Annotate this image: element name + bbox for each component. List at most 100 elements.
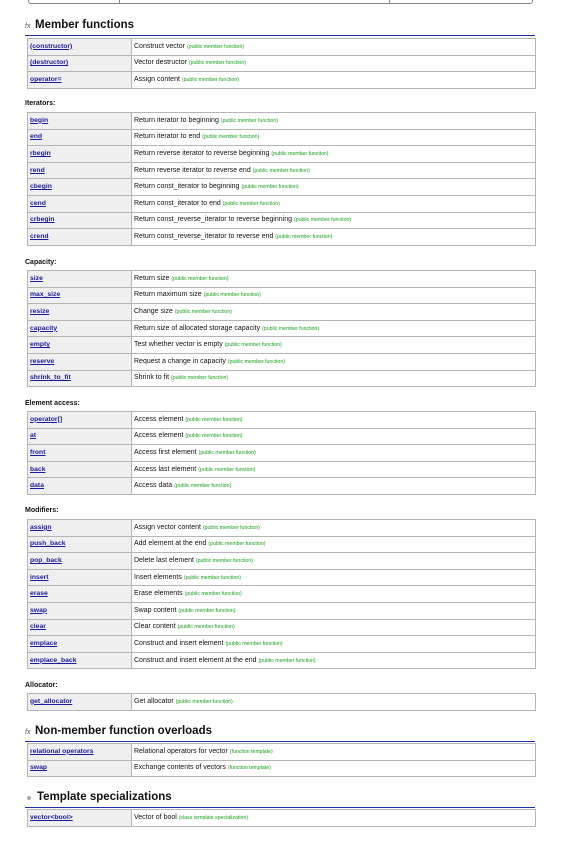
function-description: Construct and insert element at the end [134, 656, 257, 664]
function-description: Exchange contents of vectors [134, 764, 226, 772]
function-link-front[interactable]: front [30, 449, 45, 456]
function-link-operator[interactable]: operator= [30, 76, 62, 83]
function-link-capacity[interactable]: capacity [30, 325, 57, 332]
function-kind-tag: (public member function) [171, 375, 229, 382]
function-link-max-size[interactable]: max_size [30, 291, 60, 298]
function-link-assign[interactable]: assign [30, 524, 52, 531]
function-name-cell: operator[] [27, 411, 132, 429]
group-label-allocator: Allocator: [25, 682, 58, 689]
function-link-cend[interactable]: cend [30, 200, 46, 207]
function-link-vector-bool[interactable]: vector<bool> [30, 814, 73, 821]
function-name-cell: swap [27, 601, 132, 620]
section-header-non-member-function-overloads: fx Non-member function overloads [25, 720, 535, 742]
function-link-swap[interactable]: swap [30, 764, 47, 771]
function-name-cell: insert [27, 568, 132, 587]
function-kind-tag: (public member function) [184, 591, 242, 598]
function-kind-tag: (public member function) [195, 557, 254, 564]
table-row: rbegin Return reverse iterator to reverse… [27, 145, 536, 163]
function-link-resize[interactable]: resize [30, 308, 49, 315]
function-description-cell: Relational operators for vector (function… [131, 743, 536, 761]
group-label-modifiers: Modifiers: [25, 507, 59, 514]
section-title: Template specializations [37, 791, 172, 803]
function-description-cell: Return const_reverse_iterator to reverse… [131, 211, 536, 230]
function-link-constructor[interactable]: (constructor) [30, 43, 72, 50]
function-link-emplace-back[interactable]: emplace_back [30, 657, 76, 664]
function-link-crbegin[interactable]: crbegin [30, 216, 55, 223]
function-link-crend[interactable]: crend [30, 233, 49, 240]
table-row: assign Assign vector content (public membe… [27, 519, 536, 537]
function-description: Return const_reverse_iterator to reverse… [134, 232, 274, 240]
function-link-rbegin[interactable]: rbegin [30, 150, 51, 157]
function-link-swap[interactable]: swap [30, 607, 47, 614]
function-description-cell: Return const_iterator to end (public memb… [131, 194, 536, 213]
function-link-at[interactable]: at [30, 432, 36, 439]
table-row: relational operators Relational operators… [27, 743, 536, 761]
function-link-end[interactable]: end [30, 133, 42, 140]
function-name-cell: pop_back [27, 552, 132, 570]
function-link-cbegin[interactable]: cbegin [30, 183, 52, 190]
function-link-get-allocator[interactable]: get_allocator [30, 698, 72, 705]
function-link-destructor[interactable]: (destructor) [30, 59, 68, 66]
function-description-cell: Erase elements (public member function) [131, 585, 536, 603]
table-row: swap Exchange contents of vectors (functio… [27, 759, 536, 778]
fx-icon: fx [25, 23, 31, 30]
function-description-cell: Access last element (public member functi… [131, 460, 536, 479]
table-row: emplace Construct and insert element (publ… [27, 635, 536, 653]
function-name-cell: crbegin [27, 211, 132, 230]
function-link-pop-back[interactable]: pop_back [30, 557, 62, 564]
section-title: Non-member function overloads [35, 725, 212, 737]
function-kind-tag: (public member function) [174, 308, 233, 315]
function-link-rend[interactable]: rend [30, 167, 45, 174]
fx-icon: fx [25, 729, 31, 736]
function-table: assign Assign vector content (public membe… [27, 519, 536, 670]
function-link-back[interactable]: back [30, 466, 46, 473]
function-link-erase[interactable]: erase [30, 590, 48, 597]
table-row: (destructor) Vector destructor (public mem… [27, 54, 536, 73]
function-name-cell: swap [27, 759, 132, 778]
function-link-size[interactable]: size [30, 275, 43, 282]
function-description-cell: Return iterator to end (public member fun… [131, 128, 536, 147]
function-name-cell: (constructor) [27, 38, 132, 56]
function-description-cell: Construct vector (public member function) [131, 38, 536, 56]
function-link-clear[interactable]: clear [30, 623, 46, 630]
function-link-emplace[interactable]: emplace [30, 640, 57, 647]
function-link-empty[interactable]: empty [30, 341, 50, 348]
function-link-data[interactable]: data [30, 482, 44, 489]
function-kind-tag: (public member function) [171, 275, 229, 282]
table-row: pop_back Delete last element (public membe… [27, 552, 536, 570]
function-name-cell: resize [27, 303, 132, 321]
function-link-push-back[interactable]: push_back [30, 540, 66, 547]
function-kind-tag: (public member function) [185, 416, 243, 423]
function-link-reserve[interactable]: reserve [30, 358, 54, 365]
function-name-cell: assign [27, 519, 132, 537]
function-description: Return const_iterator to beginning [134, 183, 240, 191]
function-description: Vector of bool [134, 813, 177, 821]
function-kind-tag: (function template) [227, 765, 271, 772]
function-link-begin[interactable]: begin [30, 117, 48, 124]
function-name-cell: size [27, 270, 132, 288]
function-description-cell: Exchange contents of vectors (function te… [131, 759, 536, 778]
function-description-cell: Return size of allocated storage capacit… [131, 319, 536, 338]
function-name-cell: rbegin [27, 145, 132, 163]
function-description: Assign vector content [134, 523, 201, 531]
function-link-relational-operators[interactable]: relational operators [30, 748, 93, 755]
function-description-cell: Add element at the end (public member fun… [131, 535, 536, 554]
function-name-cell: at [27, 427, 132, 446]
table-row: at Access element (public member function) [27, 427, 536, 446]
function-link-insert[interactable]: insert [30, 574, 49, 581]
function-name-cell: back [27, 460, 132, 479]
function-table: relational operators Relational operators… [27, 743, 536, 778]
table-row: capacity Return size of allocated storage… [27, 319, 536, 338]
function-description: Access data [134, 482, 173, 490]
table-row: cend Return const_iterator to end (public … [27, 194, 536, 213]
function-name-cell: emplace_back [27, 651, 132, 670]
function-name-cell: clear [27, 618, 132, 637]
function-link-shrink-to-fit[interactable]: shrink_to_fit [30, 374, 71, 381]
table-row: swap Swap content (public member function) [27, 601, 536, 620]
function-link-operator[interactable]: operator[] [30, 416, 62, 423]
function-table: (constructor) Construct vector (public mem… [27, 38, 536, 89]
section-header-member-functions: fx Member functions [25, 14, 535, 36]
function-description: Return iterator to end [134, 133, 201, 141]
table-row: push_back Add element at the end (public m… [27, 535, 536, 554]
function-description-cell: Access first element (public member funct… [131, 444, 536, 462]
